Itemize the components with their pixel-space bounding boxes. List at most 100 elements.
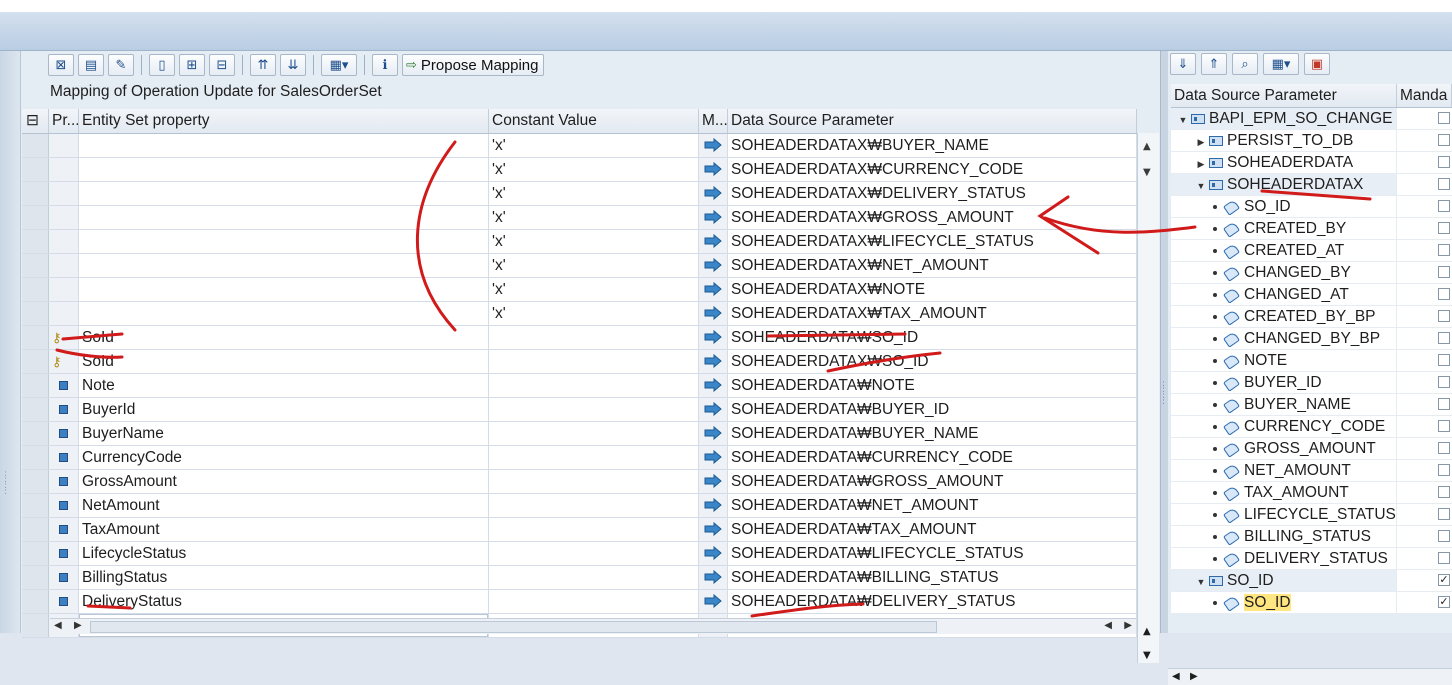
insert-row-icon[interactable]: ⊞	[179, 54, 205, 76]
map-arrow-icon[interactable]	[704, 282, 722, 296]
tree-node-name[interactable]: CREATED_AT	[1171, 240, 1396, 262]
mandatory-checkbox[interactable]	[1438, 530, 1450, 542]
filter-icon[interactable]: ▣	[1304, 53, 1330, 75]
map-arrow-icon[interactable]	[704, 330, 722, 344]
tree-node-name[interactable]: NOTE	[1171, 350, 1396, 372]
entity-property-cell[interactable]: BuyerId	[79, 398, 489, 421]
mapping-cell[interactable]	[699, 542, 728, 565]
constant-value-cell[interactable]	[489, 494, 699, 517]
mandatory-checkbox[interactable]	[1438, 156, 1450, 168]
entity-property-cell[interactable]: CurrencyCode	[79, 446, 489, 469]
tree-node-name[interactable]: TAX_AMOUNT	[1171, 482, 1396, 504]
tree-node-name[interactable]: ▼ BAPI_EPM_SO_CHANGE	[1171, 108, 1396, 130]
entity-property-cell[interactable]	[79, 206, 489, 229]
mapping-cell[interactable]	[699, 374, 728, 397]
tree-node[interactable]: BUYER_ID	[1171, 372, 1452, 394]
row-selector[interactable]	[22, 446, 49, 469]
mapping-cell[interactable]	[699, 278, 728, 301]
mandatory-checkbox[interactable]	[1438, 354, 1450, 366]
row-selector[interactable]	[22, 350, 49, 373]
data-source-param-cell[interactable]: SOHEADERDATA₩BILLING_STATUS	[728, 566, 1137, 589]
table-row[interactable]: NetAmount SOHEADERDATA₩NET_AMOUNT	[22, 494, 1137, 518]
mapping-cell[interactable]	[699, 494, 728, 517]
tree-node-name[interactable]: CURRENCY_CODE	[1171, 416, 1396, 438]
row-selector[interactable]	[22, 326, 49, 349]
mandatory-checkbox[interactable]	[1438, 310, 1450, 322]
scroll-right-icon[interactable]: ▶	[74, 620, 82, 631]
tree-node-name[interactable]: DELIVERY_STATUS	[1171, 548, 1396, 570]
data-source-param-cell[interactable]: SOHEADERDATA₩BUYER_NAME	[728, 422, 1137, 445]
tree-node-name[interactable]: LIFECYCLE_STATUS	[1171, 504, 1396, 526]
collapse-icon[interactable]: ▼	[1195, 571, 1207, 591]
expand-icon[interactable]: ▶	[1195, 131, 1207, 151]
tree-node-name[interactable]: ▼ SOHEADERDATAX	[1171, 174, 1396, 196]
mandatory-checkbox[interactable]	[1438, 266, 1450, 278]
row-selector[interactable]	[22, 566, 49, 589]
splitter-grip-icon[interactable]: ::::	[4, 470, 14, 551]
table-row[interactable]: CurrencyCode SOHEADERDATA₩CURRENCY_CODE	[22, 446, 1137, 470]
tree-node[interactable]: SO_ID ✓	[1171, 592, 1452, 614]
entity-property-cell[interactable]	[79, 254, 489, 277]
entity-property-cell[interactable]: Note	[79, 374, 489, 397]
table-row[interactable]: BuyerId SOHEADERDATA₩BUYER_ID	[22, 398, 1137, 422]
mapping-cell[interactable]	[699, 590, 728, 613]
tree-node-name[interactable]: NET_AMOUNT	[1171, 460, 1396, 482]
table-row[interactable]: 'x' SOHEADERDATAX₩NET_AMOUNT	[22, 254, 1137, 278]
row-selector[interactable]	[22, 374, 49, 397]
mapping-cell[interactable]	[699, 158, 728, 181]
table-row[interactable]: TaxAmount SOHEADERDATA₩TAX_AMOUNT	[22, 518, 1137, 542]
tree-node[interactable]: DELIVERY_STATUS	[1171, 548, 1452, 570]
data-source-param-cell[interactable]: SOHEADERDATA₩CURRENCY_CODE	[728, 446, 1137, 469]
mapping-cell[interactable]	[699, 350, 728, 373]
table-row[interactable]: DeliveryStatus SOHEADERDATA₩DELIVERY_STAT…	[22, 590, 1137, 614]
tree-col-header-param[interactable]: Data Source Parameter	[1171, 84, 1397, 107]
map-arrow-icon[interactable]	[704, 234, 722, 248]
tree-node[interactable]: GROSS_AMOUNT	[1171, 438, 1452, 460]
data-source-param-cell[interactable]: SOHEADERDATA₩BUYER_ID	[728, 398, 1137, 421]
mandatory-checkbox[interactable]	[1438, 112, 1450, 124]
tree-horizontal-scrollbar[interactable]: ◀ ▶	[1168, 668, 1452, 685]
map-arrow-icon[interactable]	[704, 594, 722, 608]
scroll-right-icon[interactable]: ▶	[1124, 620, 1132, 631]
constant-value-cell[interactable]	[489, 566, 699, 589]
row-selector[interactable]	[22, 182, 49, 205]
layout-icon[interactable]: ▦▾	[321, 54, 357, 76]
row-selector[interactable]	[22, 398, 49, 421]
data-source-param-cell[interactable]: SOHEADERDATA₩TAX_AMOUNT	[728, 518, 1137, 541]
entity-property-cell[interactable]: SoId	[79, 350, 489, 373]
tree-node-name[interactable]: BUYER_NAME	[1171, 394, 1396, 416]
row-selector[interactable]	[22, 542, 49, 565]
tree-node-name[interactable]: BILLING_STATUS	[1171, 526, 1396, 548]
map-arrow-icon[interactable]	[704, 378, 722, 392]
map-arrow-icon[interactable]	[704, 306, 722, 320]
data-source-param-cell[interactable]: SOHEADERDATAX₩NET_AMOUNT	[728, 254, 1137, 277]
scroll-left-icon[interactable]: ◀	[1104, 620, 1112, 631]
scroll-down-icon[interactable]: ▼	[1143, 650, 1151, 661]
tree-node[interactable]: BILLING_STATUS	[1171, 526, 1452, 548]
collapse-all-icon[interactable]: ⇑	[1201, 53, 1227, 75]
mapping-cell[interactable]	[699, 326, 728, 349]
tree-node[interactable]: CREATED_AT	[1171, 240, 1452, 262]
expand-icon[interactable]: ▶	[1195, 153, 1207, 173]
data-source-param-cell[interactable]: SOHEADERDATA₩GROSS_AMOUNT	[728, 470, 1137, 493]
row-selector[interactable]	[22, 470, 49, 493]
entity-property-cell[interactable]: BuyerName	[79, 422, 489, 445]
mandatory-checkbox[interactable]	[1438, 178, 1450, 190]
tree-node[interactable]: CREATED_BY	[1171, 218, 1452, 240]
entity-property-cell[interactable]	[79, 230, 489, 253]
tree-node[interactable]: CREATED_BY_BP	[1171, 306, 1452, 328]
table-row[interactable]: 'x' SOHEADERDATAX₩TAX_AMOUNT	[22, 302, 1137, 326]
data-source-param-cell[interactable]: SOHEADERDATA₩NET_AMOUNT	[728, 494, 1137, 517]
entity-property-cell[interactable]: SoId	[79, 326, 489, 349]
mandatory-checkbox[interactable]	[1438, 398, 1450, 410]
data-source-param-cell[interactable]: SOHEADERDATA₩DELIVERY_STATUS	[728, 590, 1137, 613]
table-row[interactable]: 'x' SOHEADERDATAX₩CURRENCY_CODE	[22, 158, 1137, 182]
table-row[interactable]: 'x' SOHEADERDATAX₩LIFECYCLE_STATUS	[22, 230, 1137, 254]
mandatory-checkbox[interactable]	[1438, 508, 1450, 520]
table-row[interactable]: 'x' SOHEADERDATAX₩GROSS_AMOUNT	[22, 206, 1137, 230]
col-header-source[interactable]: Data Source Parameter	[728, 109, 1137, 133]
tree-node[interactable]: LIFECYCLE_STATUS	[1171, 504, 1452, 526]
entity-property-cell[interactable]	[79, 134, 489, 157]
tree-node-name[interactable]: CHANGED_BY	[1171, 262, 1396, 284]
entity-property-cell[interactable]: LifecycleStatus	[79, 542, 489, 565]
